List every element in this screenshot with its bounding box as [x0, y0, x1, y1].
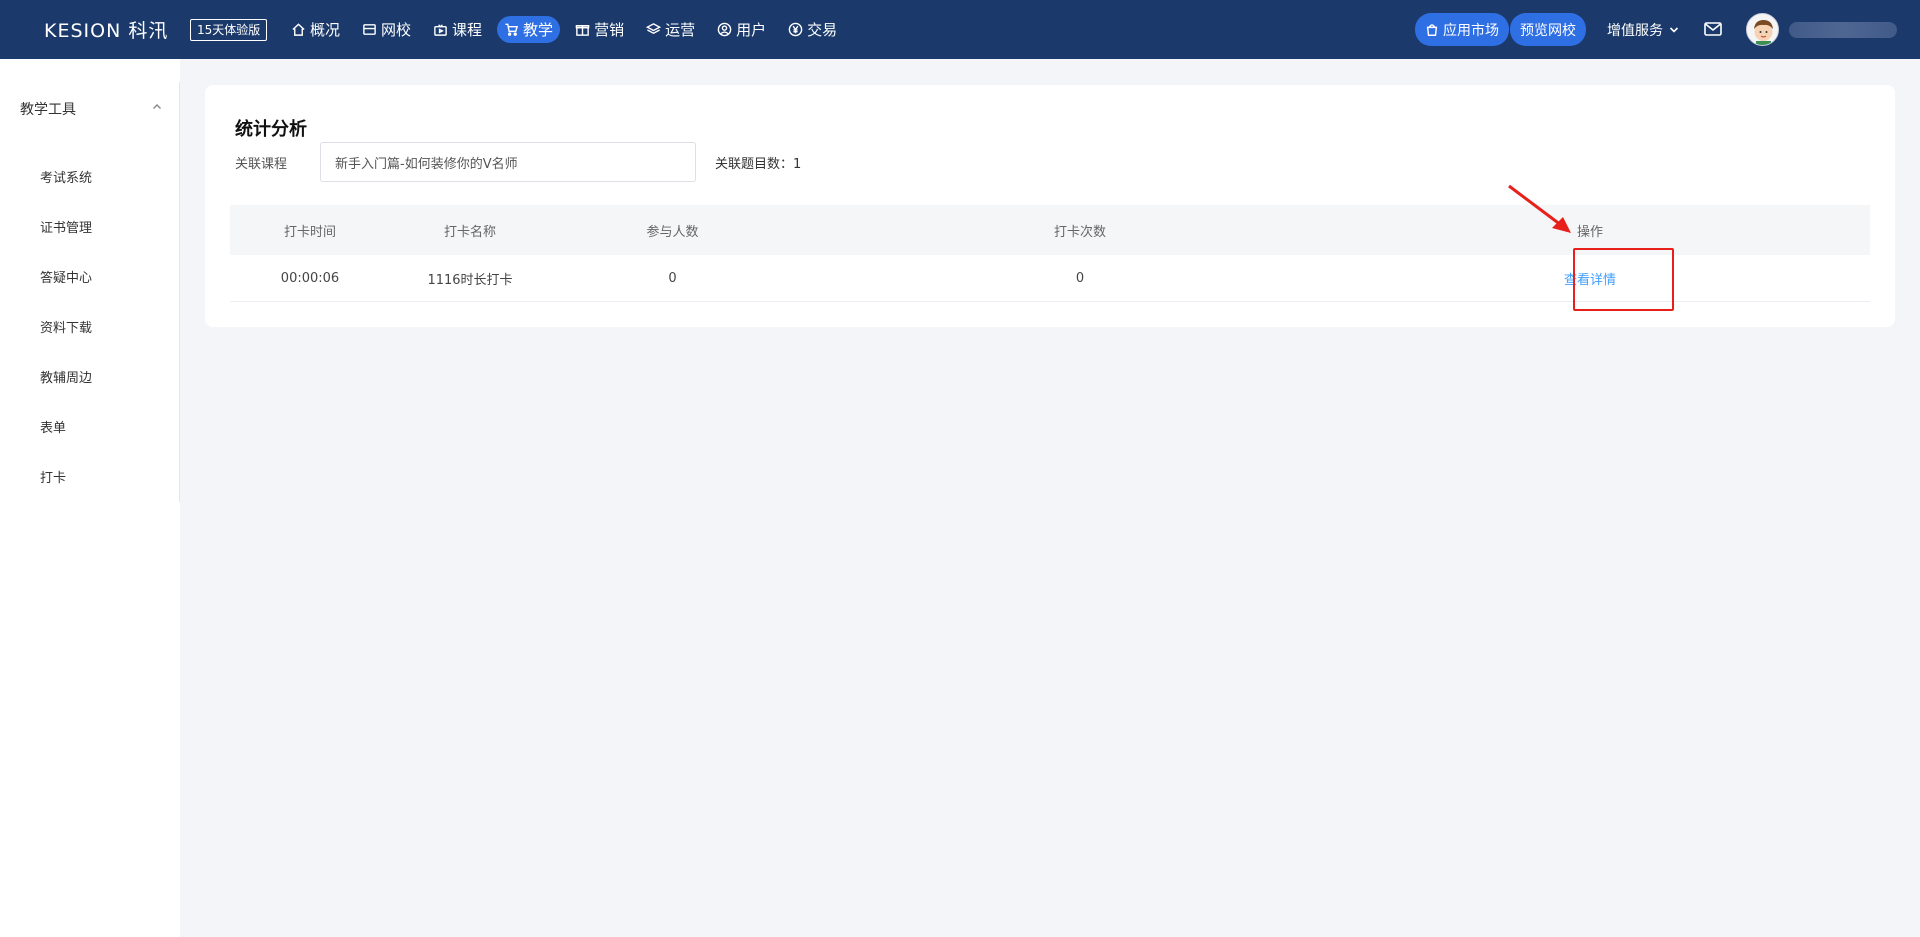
nav-item-users[interactable]: 用户	[710, 16, 773, 43]
nav-item-school[interactable]: 网校	[355, 16, 418, 43]
top-navbar: KESION 科汛 15天体验版 概况 网校 课程 教学 营销 运营 用户 交易…	[0, 0, 1920, 59]
sidebar-item-checkin[interactable]: 打卡	[40, 467, 66, 486]
store-icon	[363, 24, 376, 35]
sidebar-item-downloads[interactable]: 资料下载	[40, 317, 92, 336]
mail-icon[interactable]	[1703, 20, 1723, 42]
sidebar-item-exam-system[interactable]: 考试系统	[40, 167, 92, 186]
yen-icon	[788, 22, 803, 37]
nav-item-label: 概况	[310, 21, 341, 39]
sidebar-item-qa-center[interactable]: 答疑中心	[40, 267, 92, 286]
preview-school-button[interactable]: 预览网校	[1510, 13, 1586, 46]
brand-logo[interactable]: KESION 科汛	[44, 16, 168, 43]
shopping-bag-icon	[1426, 23, 1438, 36]
nav-item-marketing[interactable]: 营销	[568, 16, 631, 43]
nav-item-overview[interactable]: 概况	[284, 16, 347, 43]
username-blurred[interactable]	[1789, 22, 1897, 38]
cart-icon	[505, 23, 519, 36]
nav-item-teaching[interactable]: 教学	[497, 16, 561, 43]
page-title: 统计分析	[235, 119, 307, 140]
cell-time: 00:00:06	[280, 270, 340, 286]
value-added-label: 增值服务	[1607, 23, 1663, 39]
sidebar-group-teaching-tools[interactable]: 教学工具	[20, 99, 162, 119]
video-icon	[434, 24, 447, 36]
nav-item-label: 用户	[736, 21, 767, 39]
chevron-up-icon	[153, 104, 161, 109]
nav-item-label: 教学	[523, 21, 554, 39]
nav-item-label: 交易	[807, 21, 838, 39]
nav-item-operations[interactable]: 运营	[639, 16, 702, 43]
trial-badge: 15天体验版	[190, 19, 268, 41]
column-header-participants: 参与人数	[646, 224, 699, 240]
home-icon	[292, 23, 305, 36]
nav-item-label: 课程	[452, 21, 483, 39]
app-market-label: 应用市场	[1443, 22, 1499, 39]
nav-item-label: 运营	[665, 21, 696, 39]
chevron-down-icon	[1669, 27, 1679, 33]
sidebar-group-label: 教学工具	[20, 102, 76, 118]
avatar[interactable]	[1746, 13, 1779, 46]
course-input[interactable]	[320, 142, 696, 182]
nav-item-course[interactable]: 课程	[426, 16, 489, 43]
main-nav: 概况 网校 课程 教学 营销 运营 用户 交易	[284, 16, 844, 43]
preview-school-label: 预览网校	[1520, 22, 1576, 39]
sidebar: 教学工具 考试系统 证书管理 答疑中心 资料下载 教辅周边 表单 打卡	[0, 59, 180, 937]
column-header-name: 打卡名称	[443, 224, 496, 240]
course-label: 关联课程	[235, 157, 288, 172]
value-added-dropdown[interactable]: 增值服务	[1607, 20, 1679, 40]
cell-participants: 0	[668, 270, 677, 286]
question-count: 关联题目数：1	[715, 157, 802, 172]
nav-item-label: 网校	[381, 21, 412, 39]
app-market-button[interactable]: 应用市场	[1415, 13, 1509, 46]
annotation-arrow-icon	[1508, 184, 1571, 233]
column-header-count: 打卡次数	[1053, 224, 1106, 240]
cell-name: 1116时长打卡	[427, 272, 513, 288]
nav-item-trade[interactable]: 交易	[781, 16, 844, 43]
sidebar-item-certificates[interactable]: 证书管理	[40, 217, 92, 236]
annotation-highlight-box	[1573, 248, 1674, 311]
sidebar-divider	[179, 82, 180, 502]
column-header-time: 打卡时间	[283, 224, 336, 240]
sidebar-item-teaching-aids[interactable]: 教辅周边	[40, 367, 92, 386]
cell-count: 0	[1075, 270, 1085, 286]
user-circle-icon	[717, 22, 732, 37]
sidebar-item-forms[interactable]: 表单	[40, 417, 66, 436]
layers-icon	[646, 23, 662, 35]
gift-icon	[575, 25, 590, 36]
nav-item-label: 营销	[594, 21, 625, 39]
